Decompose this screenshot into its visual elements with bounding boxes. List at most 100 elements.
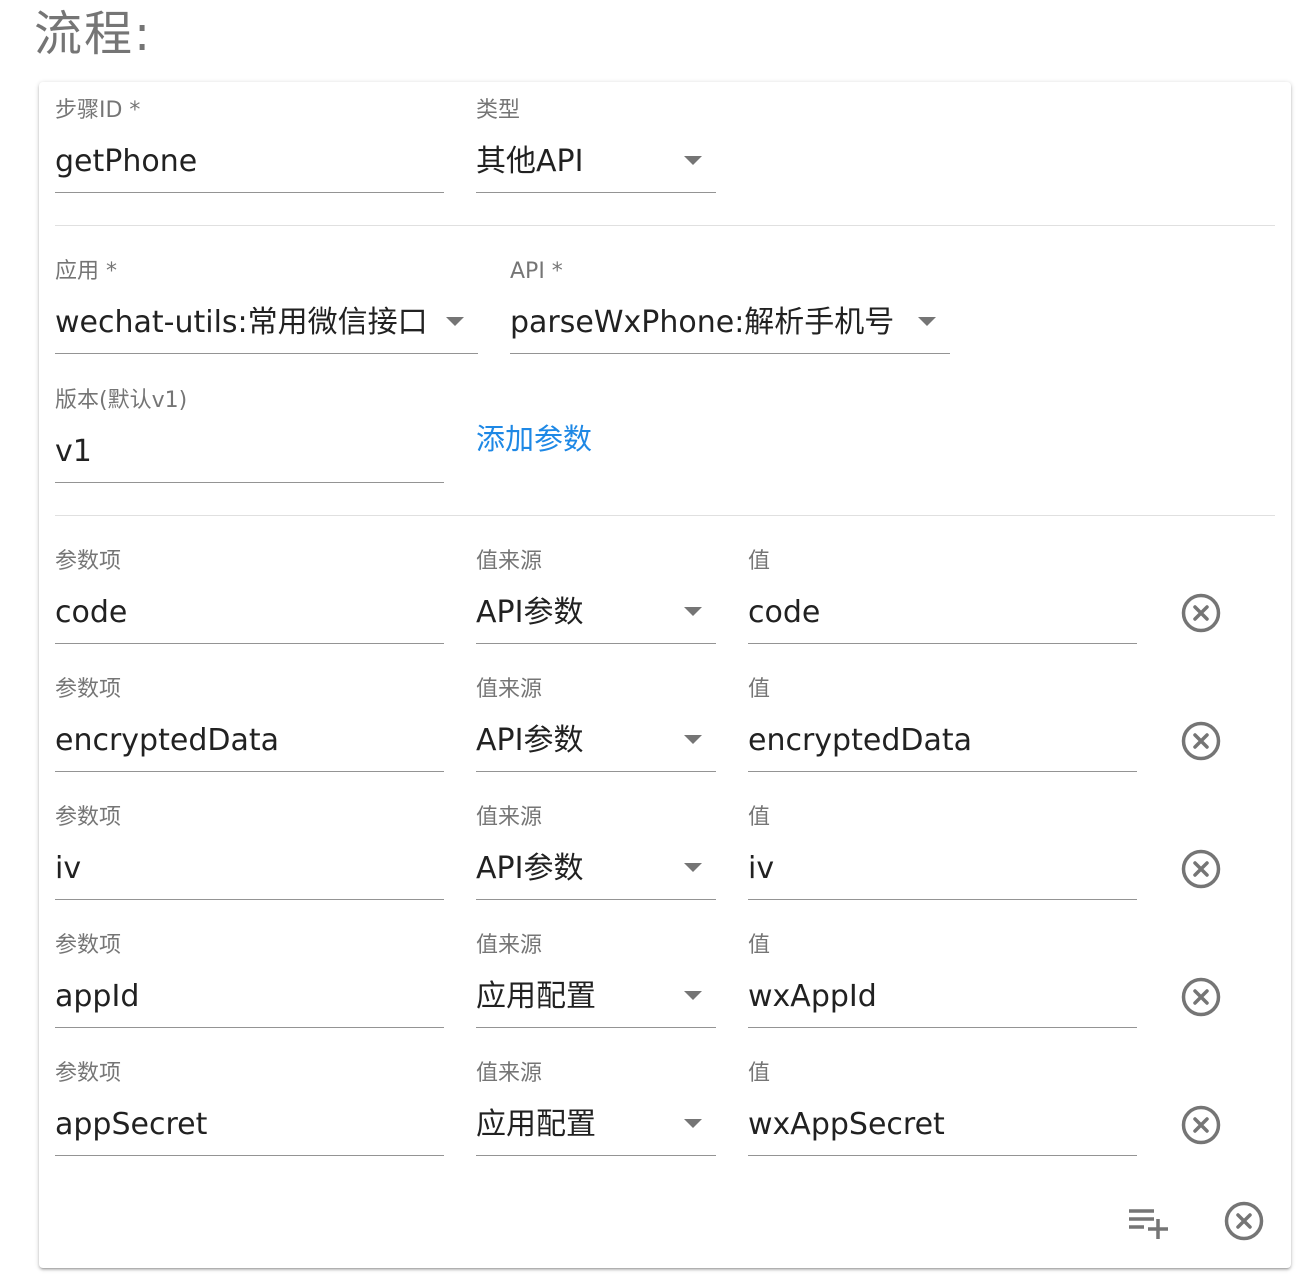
param-name-underline — [55, 1027, 444, 1028]
remove-param-icon[interactable] — [1179, 591, 1223, 635]
param-name-input[interactable]: appId — [55, 977, 139, 1017]
api-select[interactable]: API * parseWxPhone:解析手机号 — [510, 259, 950, 355]
param-source-label: 值来源 — [476, 677, 543, 702]
param-name-field[interactable]: 参数项 code — [55, 549, 444, 645]
param-source-value[interactable]: API参数 — [476, 593, 583, 633]
param-name-input[interactable]: iv — [55, 849, 81, 889]
api-label: API * — [510, 259, 563, 284]
param-source-value[interactable]: 应用配置 — [476, 977, 596, 1017]
param-name-label: 参数项 — [55, 933, 122, 958]
param-name-field[interactable]: 参数项 appSecret — [55, 1061, 444, 1157]
param-name-input[interactable]: encryptedData — [55, 721, 279, 761]
param-value-underline — [748, 771, 1137, 772]
type-underline — [476, 192, 716, 193]
remove-step-icon[interactable] — [1222, 1199, 1266, 1243]
remove-param-icon[interactable] — [1179, 1103, 1223, 1147]
param-value-underline — [748, 899, 1137, 900]
param-value-field[interactable]: 值 iv — [748, 805, 1137, 901]
api-underline — [510, 353, 950, 354]
version-field[interactable]: 版本(默认v1) v1 — [55, 388, 444, 484]
param-source-value[interactable]: 应用配置 — [476, 1105, 596, 1145]
param-name-label: 参数项 — [55, 677, 122, 702]
step-id-field[interactable]: 步骤ID * getPhone — [55, 98, 444, 194]
param-value-input[interactable]: code — [748, 593, 820, 633]
param-value-input[interactable]: wxAppSecret — [748, 1105, 945, 1145]
param-source-select[interactable]: 值来源 API参数 — [476, 805, 716, 901]
param-value-underline — [748, 1027, 1137, 1028]
dropdown-arrow-icon[interactable] — [684, 156, 702, 165]
param-name-label: 参数项 — [55, 805, 122, 830]
step-id-underline — [55, 192, 444, 193]
param-name-field[interactable]: 参数项 appId — [55, 933, 444, 1029]
dropdown-arrow-icon[interactable] — [918, 317, 936, 326]
api-value[interactable]: parseWxPhone:解析手机号 — [510, 303, 894, 343]
param-source-underline — [476, 643, 716, 644]
param-value-underline — [748, 1155, 1137, 1156]
param-source-underline — [476, 771, 716, 772]
param-value-input[interactable]: wxAppId — [748, 977, 877, 1017]
type-select[interactable]: 类型 其他API — [476, 98, 716, 194]
param-source-label: 值来源 — [476, 933, 543, 958]
param-source-underline — [476, 899, 716, 900]
param-value-input[interactable]: encryptedData — [748, 721, 972, 761]
dropdown-arrow-icon[interactable] — [446, 317, 464, 326]
remove-param-icon[interactable] — [1179, 719, 1223, 763]
step-id-input[interactable]: getPhone — [55, 142, 197, 182]
param-value-field[interactable]: 值 wxAppId — [748, 933, 1137, 1029]
step-id-label: 步骤ID * — [55, 98, 141, 123]
type-value[interactable]: 其他API — [476, 142, 583, 182]
param-name-input[interactable]: appSecret — [55, 1105, 207, 1145]
app-underline — [55, 353, 478, 354]
param-source-select[interactable]: 值来源 应用配置 — [476, 1061, 716, 1157]
param-source-label: 值来源 — [476, 805, 543, 830]
param-source-select[interactable]: 值来源 API参数 — [476, 677, 716, 773]
param-value-underline — [748, 643, 1137, 644]
param-source-underline — [476, 1027, 716, 1028]
remove-param-icon[interactable] — [1179, 975, 1223, 1019]
param-source-value[interactable]: API参数 — [476, 849, 583, 889]
dropdown-arrow-icon[interactable] — [684, 607, 702, 616]
add-param-button[interactable]: 添加参数 — [476, 420, 592, 458]
dropdown-arrow-icon[interactable] — [684, 991, 702, 1000]
dropdown-arrow-icon[interactable] — [684, 1119, 702, 1128]
playlist-add-icon[interactable] — [1126, 1200, 1170, 1244]
param-name-label: 参数项 — [55, 549, 122, 574]
version-label: 版本(默认v1) — [55, 388, 188, 413]
param-value-label: 值 — [748, 805, 771, 830]
param-value-input[interactable]: iv — [748, 849, 774, 889]
version-input[interactable]: v1 — [55, 432, 92, 472]
param-source-select[interactable]: 值来源 API参数 — [476, 549, 716, 645]
param-name-field[interactable]: 参数项 encryptedData — [55, 677, 444, 773]
param-name-underline — [55, 643, 444, 644]
param-name-label: 参数项 — [55, 1061, 122, 1086]
page-title: 流程: — [34, 6, 153, 62]
param-source-value[interactable]: API参数 — [476, 721, 583, 761]
step-card: 步骤ID * getPhone 类型 其他API 应用 * wechat-uti… — [39, 82, 1291, 1268]
param-value-label: 值 — [748, 1061, 771, 1086]
param-value-label: 值 — [748, 549, 771, 574]
app-value[interactable]: wechat-utils:常用微信接口 — [55, 303, 428, 343]
type-label: 类型 — [476, 98, 521, 123]
param-source-label: 值来源 — [476, 1061, 543, 1086]
param-name-field[interactable]: 参数项 iv — [55, 805, 444, 901]
dropdown-arrow-icon[interactable] — [684, 735, 702, 744]
section-divider — [55, 225, 1275, 226]
param-source-underline — [476, 1155, 716, 1156]
section-divider — [55, 515, 1275, 516]
app-label: 应用 * — [55, 259, 117, 284]
dropdown-arrow-icon[interactable] — [684, 863, 702, 872]
param-name-underline — [55, 899, 444, 900]
app-select[interactable]: 应用 * wechat-utils:常用微信接口 — [55, 259, 478, 355]
param-source-select[interactable]: 值来源 应用配置 — [476, 933, 716, 1029]
param-value-field[interactable]: 值 wxAppSecret — [748, 1061, 1137, 1157]
version-underline — [55, 482, 444, 483]
param-source-label: 值来源 — [476, 549, 543, 574]
param-name-underline — [55, 771, 444, 772]
param-name-underline — [55, 1155, 444, 1156]
remove-param-icon[interactable] — [1179, 847, 1223, 891]
param-value-field[interactable]: 值 code — [748, 549, 1137, 645]
param-value-label: 值 — [748, 677, 771, 702]
param-value-field[interactable]: 值 encryptedData — [748, 677, 1137, 773]
param-value-label: 值 — [748, 933, 771, 958]
param-name-input[interactable]: code — [55, 593, 127, 633]
